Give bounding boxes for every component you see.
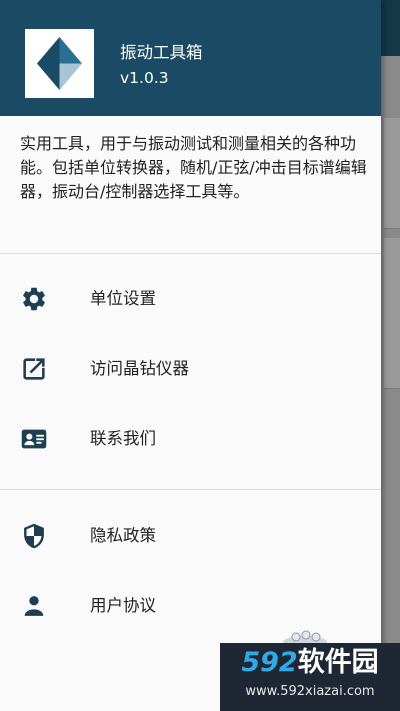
- app-description: 实用工具，用于与振动测试和测量相关的各种功能。包括单位转换器，随机/正弦/冲击目…: [20, 134, 367, 201]
- background-card: [384, 118, 400, 229]
- navigation-drawer: 振动工具箱 v1.0.3 实用工具，用于与振动测试和测量相关的各种功能。包括单位…: [0, 0, 381, 711]
- menu-item-visit-website[interactable]: 访问晶钻仪器: [0, 339, 381, 399]
- watermark-brand-number: 592: [241, 647, 298, 678]
- watermark-brand-text: 软件园: [297, 647, 379, 678]
- menu-item-user-agreement[interactable]: 用户协议: [0, 576, 381, 636]
- watermark-badge: 592软件园 www.592xiazai.com: [220, 643, 400, 711]
- menu-item-unit-settings[interactable]: 单位设置: [0, 269, 381, 329]
- app-name: 振动工具箱: [120, 43, 203, 62]
- app-version: v1.0.3: [120, 69, 169, 87]
- menu-item-privacy-policy[interactable]: 隐私政策: [0, 506, 381, 566]
- menu-item-label: 访问晶钻仪器: [90, 359, 189, 378]
- watermark-brand: 592软件园: [220, 647, 400, 679]
- app-logo-icon: [25, 29, 94, 98]
- drawer-header: 振动工具箱 v1.0.3: [0, 0, 381, 116]
- open-in-new-icon: [20, 355, 48, 383]
- divider: [0, 489, 381, 490]
- menu-item-label: 隐私政策: [90, 526, 156, 545]
- contact-card-icon: [20, 425, 48, 453]
- shield-icon: [20, 522, 48, 550]
- watermark-url: www.592xiazai.com: [245, 684, 375, 699]
- menu-item-contact-us[interactable]: 联系我们: [0, 409, 381, 469]
- menu-item-label: 联系我们: [90, 429, 156, 448]
- menu-item-label: 用户协议: [90, 596, 156, 615]
- background-card: [384, 238, 400, 389]
- divider: [0, 253, 381, 254]
- person-icon: [20, 592, 48, 620]
- gear-icon: [20, 285, 48, 313]
- menu-item-label: 单位设置: [90, 289, 156, 308]
